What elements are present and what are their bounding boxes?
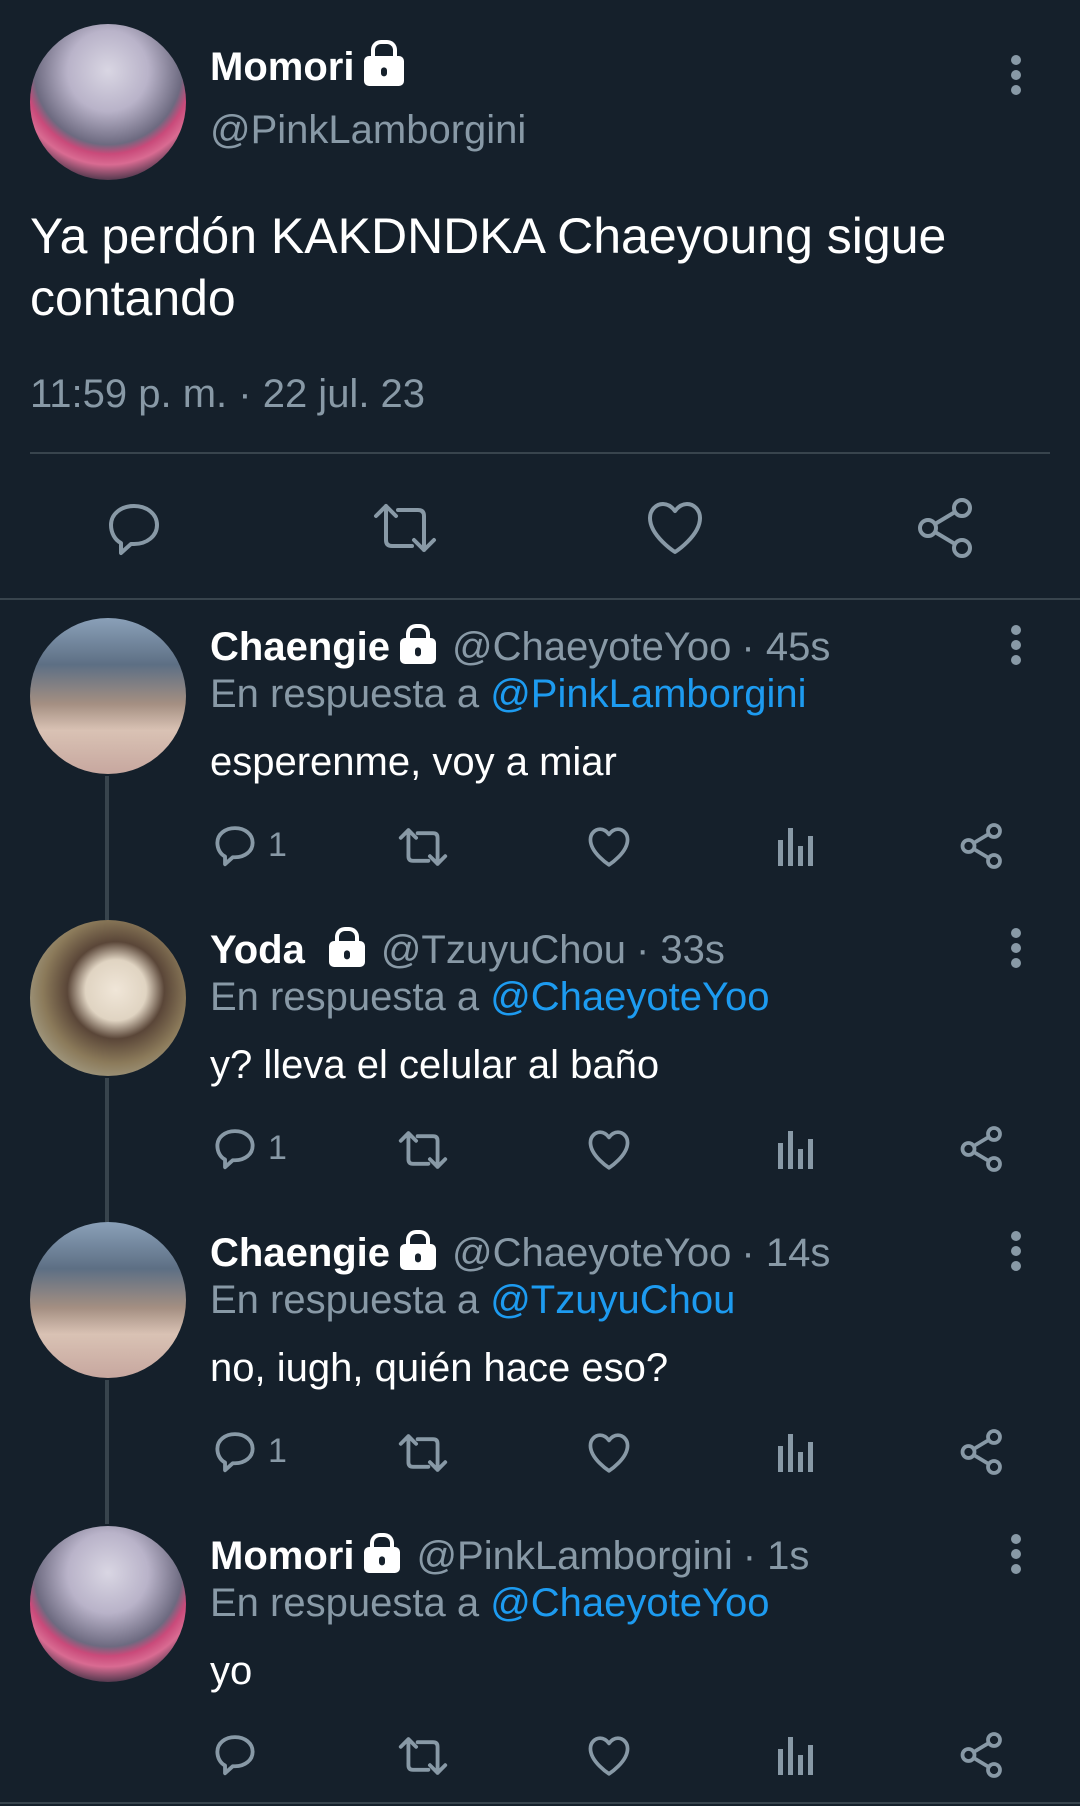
lock-icon xyxy=(400,1244,437,1270)
author-row: Momori @PinkLamborgini · 1s xyxy=(210,1531,809,1581)
divider xyxy=(0,598,1080,600)
reply-prefix: En respuesta a xyxy=(210,672,480,716)
reply-button[interactable]: 1 xyxy=(212,822,287,868)
like-icon[interactable] xyxy=(586,1733,632,1779)
reply-prefix: En respuesta a xyxy=(210,1278,480,1322)
lock-icon xyxy=(328,941,365,967)
lock-icon xyxy=(364,1547,401,1573)
avatar[interactable] xyxy=(30,618,186,774)
author-handle[interactable]: @ChaeyoteYoo xyxy=(452,625,731,670)
analytics-icon[interactable] xyxy=(776,1129,816,1169)
reply-button[interactable] xyxy=(212,1731,268,1777)
tweet-time: · 14s xyxy=(741,1230,831,1275)
retweet-icon[interactable] xyxy=(370,498,440,558)
reply-context: En respuesta a @ChaeyoteYoo xyxy=(210,975,770,1020)
analytics-icon[interactable] xyxy=(776,1432,816,1472)
retweet-icon[interactable] xyxy=(396,1127,450,1173)
reply-count: 1 xyxy=(268,1128,287,1167)
share-icon[interactable] xyxy=(958,1731,1006,1779)
reply-button[interactable]: 1 xyxy=(212,1125,287,1171)
author-handle[interactable]: @PinkLamborgini xyxy=(416,1534,732,1579)
avatar[interactable] xyxy=(30,920,186,1076)
tweet-text: yo xyxy=(210,1649,253,1693)
avatar[interactable] xyxy=(30,1222,186,1378)
retweet-icon[interactable] xyxy=(396,1733,450,1779)
tweet-text: Ya perdón KAKDNDKA Chaeyoung sigue conta… xyxy=(30,208,947,326)
analytics-icon[interactable] xyxy=(776,826,816,866)
retweet-icon[interactable] xyxy=(396,1430,450,1476)
reply-to-link[interactable]: @PinkLamborgini xyxy=(490,672,806,716)
thread-line xyxy=(105,1380,109,1524)
tweet-time: · 1s xyxy=(742,1533,810,1578)
reply-icon xyxy=(215,1432,255,1473)
analytics-icon[interactable] xyxy=(776,1735,816,1775)
reply-icon[interactable] xyxy=(104,498,164,558)
retweet-icon[interactable] xyxy=(396,824,450,870)
share-icon[interactable] xyxy=(914,496,978,560)
tweet-text: esperenme, voy a miar xyxy=(210,740,617,784)
reply-to-link[interactable]: @ChaeyoteYoo xyxy=(490,1581,769,1625)
share-icon[interactable] xyxy=(958,822,1006,870)
author-name[interactable]: Yoda xyxy=(210,928,305,973)
divider xyxy=(30,452,1050,454)
author-name[interactable]: Momori xyxy=(210,1534,354,1579)
author-row: Momori xyxy=(210,42,405,92)
author-row: Chaengie @ChaeyoteYoo · 14s xyxy=(210,1228,830,1278)
timestamp[interactable]: 11:59 p. m. · 22 jul. 23 xyxy=(30,372,425,417)
reply-prefix: En respuesta a xyxy=(210,1581,480,1625)
author-handle[interactable]: @PinkLamborgini xyxy=(210,108,526,153)
like-icon[interactable] xyxy=(586,824,632,870)
author-handle[interactable]: @TzuyuChou xyxy=(381,928,626,973)
tweet-text: y? lleva el celular al baño xyxy=(210,1043,660,1087)
reply-to-link[interactable]: @ChaeyoteYoo xyxy=(490,975,769,1019)
like-icon[interactable] xyxy=(644,498,706,558)
author-row: Chaengie @ChaeyoteYoo · 45s xyxy=(210,622,830,672)
author-name[interactable]: Chaengie xyxy=(210,625,390,670)
more-options-icon[interactable] xyxy=(1006,1533,1026,1575)
avatar[interactable] xyxy=(30,1526,186,1682)
more-options-icon[interactable] xyxy=(1006,54,1026,96)
more-options-icon[interactable] xyxy=(1006,624,1026,666)
reply-icon xyxy=(215,826,255,867)
reply-icon xyxy=(215,1735,255,1776)
reply-count: 1 xyxy=(268,825,287,864)
reply-context: En respuesta a @TzuyuChou xyxy=(210,1278,735,1323)
tweet-time: · 33s xyxy=(635,927,725,972)
reply-to-link[interactable]: @TzuyuChou xyxy=(490,1278,735,1322)
lock-icon xyxy=(400,638,437,664)
reply-button[interactable]: 1 xyxy=(212,1428,287,1474)
lock-icon xyxy=(364,56,405,86)
thread-line xyxy=(105,776,109,920)
like-icon[interactable] xyxy=(586,1127,632,1173)
reply-count: 1 xyxy=(268,1431,287,1470)
reply-prefix: En respuesta a xyxy=(210,975,480,1019)
more-options-icon[interactable] xyxy=(1006,1230,1026,1272)
more-options-icon[interactable] xyxy=(1006,927,1026,969)
reply-icon xyxy=(215,1129,255,1170)
reply-context: En respuesta a @PinkLamborgini xyxy=(210,672,807,717)
author-name[interactable]: Chaengie xyxy=(210,1231,390,1276)
divider xyxy=(0,1802,1080,1804)
share-icon[interactable] xyxy=(958,1428,1006,1476)
share-icon[interactable] xyxy=(958,1125,1006,1173)
like-icon[interactable] xyxy=(586,1430,632,1476)
tweet-text: no, iugh, quién hace eso? xyxy=(210,1346,669,1390)
reply-context: En respuesta a @ChaeyoteYoo xyxy=(210,1581,770,1626)
author-row: Yoda @TzuyuChou · 33s xyxy=(210,925,725,975)
author-name[interactable]: Momori xyxy=(210,45,354,90)
thread-line xyxy=(105,1078,109,1222)
author-handle[interactable]: @ChaeyoteYoo xyxy=(452,1231,731,1276)
tweet-time: · 45s xyxy=(741,624,831,669)
avatar[interactable] xyxy=(30,24,186,180)
